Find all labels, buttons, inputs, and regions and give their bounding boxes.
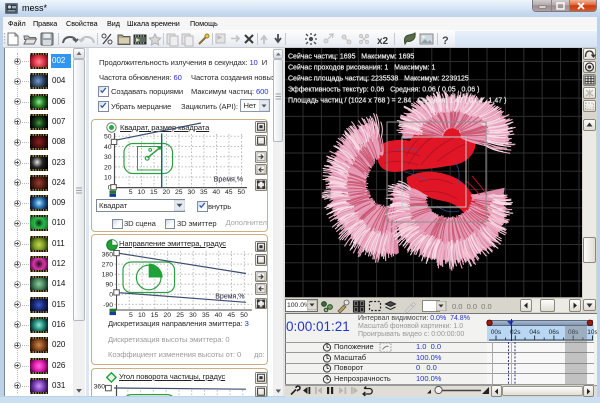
svg-text:20: 20 <box>104 164 112 171</box>
svg-text:00s: 00s <box>491 329 502 336</box>
svg-text:06s: 06s <box>549 329 560 336</box>
svg-text:?: ? <box>442 35 449 47</box>
svg-text:10: 10 <box>137 189 145 196</box>
svg-text:0: 0 <box>109 292 113 299</box>
svg-text:20: 20 <box>164 312 172 319</box>
svg-text:30: 30 <box>187 189 195 196</box>
svg-text:x2: x2 <box>377 36 389 47</box>
svg-text:35: 35 <box>202 312 210 319</box>
svg-text:Эффективность текстур: 0.06: Эффективность текстур: 0.06 Средняя: 0.0… <box>288 87 479 94</box>
svg-text:45: 45 <box>225 189 233 196</box>
svg-text:10: 10 <box>104 175 112 182</box>
svg-text:Сейчас проходов рисования: 1: Сейчас проходов рисования: 1 Максимум: 1 <box>288 64 436 72</box>
svg-text:50: 50 <box>240 312 248 319</box>
svg-text:Время,%: Время,% <box>214 177 243 184</box>
svg-text:360: 360 <box>94 384 106 391</box>
svg-text:25: 25 <box>175 189 183 196</box>
svg-text:15: 15 <box>151 312 159 319</box>
svg-text:40: 40 <box>212 189 220 196</box>
svg-text:20: 20 <box>162 189 170 196</box>
svg-text:90: 90 <box>105 282 113 289</box>
svg-text:Площадь частиц / (1024 x 768 ): Площадь частиц / (1024 x 768 ) = 2.84 Ср… <box>288 98 506 105</box>
svg-text:180: 180 <box>102 272 114 279</box>
svg-text:50: 50 <box>237 189 245 196</box>
svg-text:40: 40 <box>104 144 112 151</box>
svg-text:-90: -90 <box>103 302 113 309</box>
svg-text:04s: 04s <box>529 329 540 336</box>
svg-text:270: 270 <box>102 262 114 269</box>
svg-text:Сейчас площадь частиц: 2235538: Сейчас площадь частиц: 2235538 Максимум:… <box>288 75 469 83</box>
svg-text:10s: 10s <box>587 329 597 336</box>
svg-text:10: 10 <box>138 312 146 319</box>
svg-text:360: 360 <box>102 251 114 258</box>
svg-text:30: 30 <box>104 154 112 161</box>
svg-text:5: 5 <box>129 312 133 319</box>
svg-text:Время,%: Время,% <box>215 294 244 301</box>
svg-text:30: 30 <box>189 312 197 319</box>
svg-text:45: 45 <box>227 312 235 319</box>
svg-text:Сейчас частиц: 1695 Максимум: Сейчас частиц: 1695 Максимум: 1695 <box>288 53 414 61</box>
svg-text:25: 25 <box>176 312 184 319</box>
svg-text:15: 15 <box>150 189 158 196</box>
svg-text:35: 35 <box>200 189 208 196</box>
svg-text:40: 40 <box>215 312 223 319</box>
svg-text:5: 5 <box>129 189 133 196</box>
svg-text:50: 50 <box>104 134 112 141</box>
